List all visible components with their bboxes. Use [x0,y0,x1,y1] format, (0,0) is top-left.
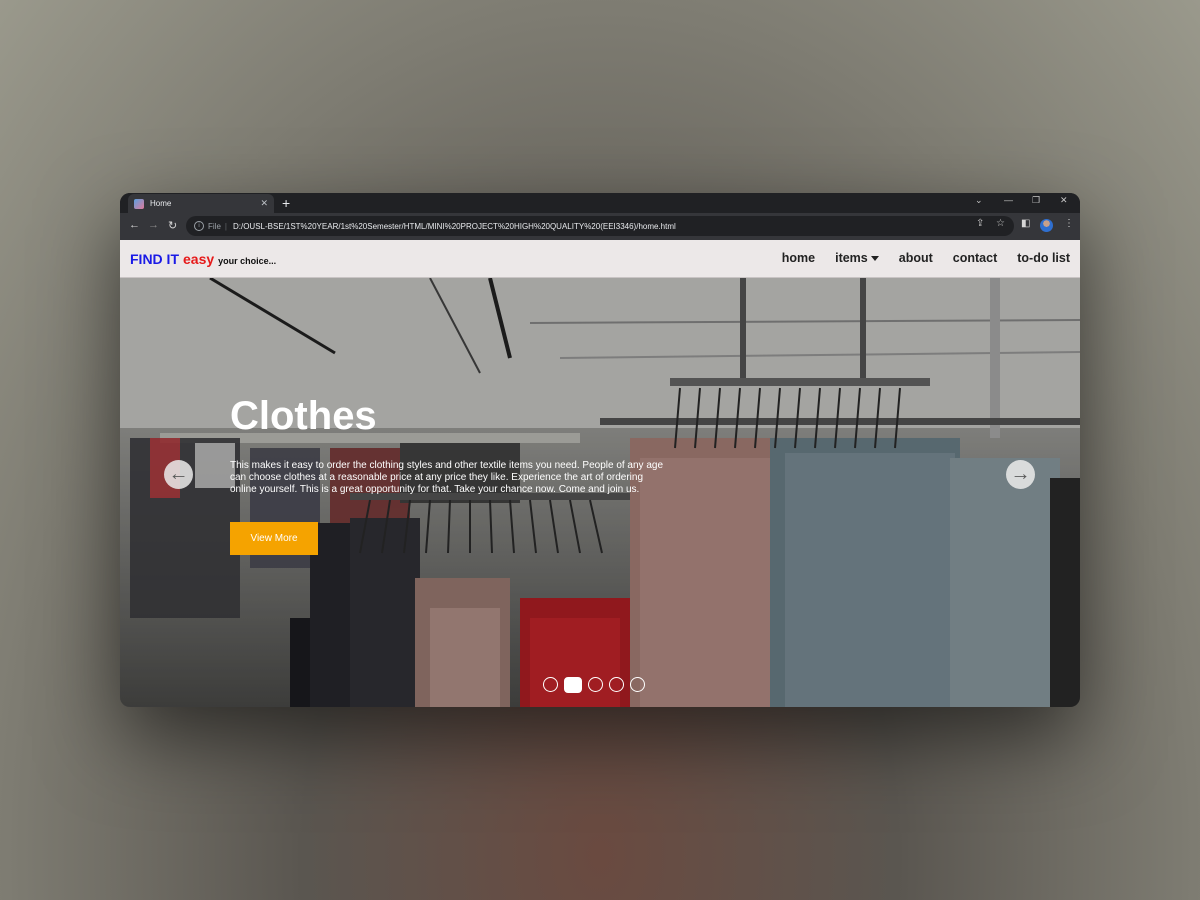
nav-todo-list[interactable]: to-do list [1017,251,1070,265]
tab-title: Home [150,199,172,208]
brand-easy: easy [183,251,215,267]
reload-icon[interactable]: ↻ [168,219,177,232]
hero-description: This makes it easy to order the clothing… [230,460,664,495]
restore-icon[interactable]: ❐ [1032,195,1040,206]
view-more-button[interactable]: View More [230,522,318,555]
nav-links: home items about contact to-do list [782,251,1070,265]
nav-about[interactable]: about [899,251,933,265]
carousel-next-arrow-icon[interactable]: → [1006,460,1035,489]
brand-find-it: FIND IT [130,251,179,267]
nav-items[interactable]: items [835,251,879,265]
side-panel-icon[interactable]: ◧ [1021,218,1030,229]
menu-kebab-icon[interactable]: ⋮ [1064,218,1074,229]
new-tab-button[interactable]: + [282,194,290,212]
address-separator: | [224,221,227,231]
address-scheme: File [208,221,221,231]
site-navbar: FIND IT easy your choice... home items abo… [120,240,1080,278]
carousel-dot-2[interactable] [564,677,582,693]
caret-down-icon [870,256,879,262]
web-page: FIND IT easy your choice... home items abo… [120,240,1080,707]
browser-window: Home ✕ + ⌄ — ❐ ✕ ← → ↻ i File | D:/OUSL-… [120,193,1080,707]
tab-home[interactable]: Home ✕ [128,194,274,213]
nav-items-label: items [835,251,868,265]
info-icon[interactable]: i [194,221,204,231]
brand-tagline: your choice... [218,256,277,266]
nav-contact[interactable]: contact [953,251,997,265]
profile-avatar[interactable] [1040,219,1053,232]
carousel-dot-4[interactable] [609,677,624,692]
tab-strip: Home ✕ + ⌄ — ❐ ✕ [120,193,1080,213]
share-icon[interactable]: ⇪ [976,218,984,229]
favicon-icon [134,198,144,209]
hero-title: Clothes [230,394,377,438]
tab-search-icon[interactable]: ⌄ [975,195,983,206]
nav-home[interactable]: home [782,251,815,265]
bookmark-star-icon[interactable]: ☆ [996,218,1005,229]
close-window-icon[interactable]: ✕ [1060,195,1068,206]
carousel-prev-arrow-icon[interactable]: ← [164,460,193,489]
site-logo[interactable]: FIND IT easy your choice... [130,251,276,267]
carousel-dot-5[interactable] [630,677,645,692]
hero-carousel: Clothes This makes it easy to order the … [120,278,1080,707]
carousel-indicators [543,677,645,693]
address-bar[interactable]: i File | D:/OUSL-BSE/1ST%20YEAR/1st%20Se… [186,216,1014,236]
close-tab-icon[interactable]: ✕ [260,198,268,209]
minimize-icon[interactable]: — [1004,195,1013,205]
browser-toolbar: ← → ↻ i File | D:/OUSL-BSE/1ST%20YEAR/1s… [120,213,1080,240]
back-icon[interactable]: ← [129,219,140,231]
address-text: D:/OUSL-BSE/1ST%20YEAR/1st%20Semester/HT… [232,221,676,231]
carousel-dot-3[interactable] [588,677,603,692]
forward-icon[interactable]: → [148,219,159,231]
carousel-dot-1[interactable] [543,677,558,692]
